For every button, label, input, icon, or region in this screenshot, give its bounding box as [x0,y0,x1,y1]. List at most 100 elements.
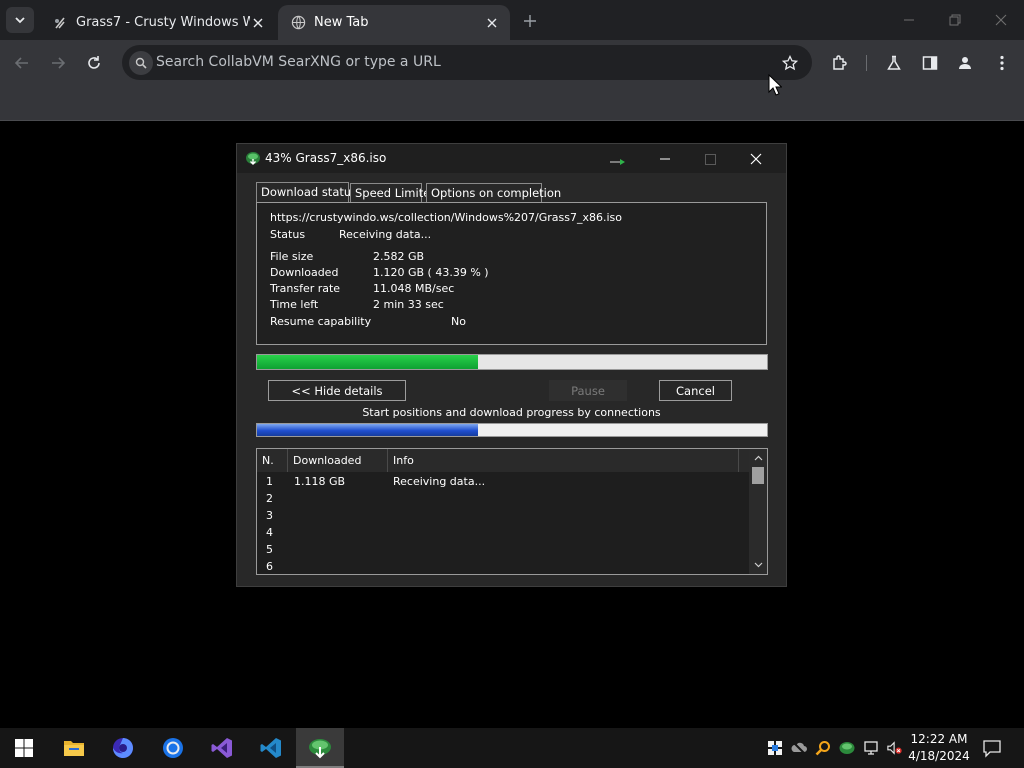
system-clock[interactable]: 12:22 AM 4/18/2024 [905,731,973,765]
reload-button[interactable] [82,51,106,75]
row-number: 6 [266,560,273,573]
start-button[interactable] [0,728,48,768]
wiki-favicon-icon [52,15,68,31]
row-number: 1 [266,475,273,488]
column-header-n[interactable]: N. [257,449,288,472]
table-row[interactable]: 3 [257,507,749,524]
taskbar-idm[interactable] [296,728,344,768]
time-left-label: Time left [270,298,319,311]
tab-options-on-completion[interactable]: Options on completion [426,183,561,202]
close-icon [995,14,1007,26]
close-window-button[interactable] [988,8,1014,32]
omnibox [122,45,812,80]
side-panel-icon [922,56,938,70]
table-row[interactable]: 5 [257,541,749,558]
forward-icon [52,57,66,69]
tray-network-icon[interactable] [863,740,879,756]
tab-speed-limiter[interactable]: Speed Limiter [350,183,435,202]
tray-security-icon[interactable] [767,740,783,756]
pause-button[interactable]: Pause [549,380,627,401]
tab-title: New Tab [314,15,369,30]
extensions-button[interactable] [828,51,852,75]
back-button[interactable] [10,51,34,75]
cancel-button[interactable]: Cancel [659,380,732,401]
taskbar: 12:22 AM 4/18/2024 [0,728,1024,768]
connections-progress-bar [256,423,768,437]
connections-list: N. Downloaded Info 1 1.118 GB Receiving … [256,448,768,575]
forward-button[interactable] [46,51,70,75]
row-number: 4 [266,526,273,539]
start-icon [15,739,33,757]
resume-capability-value: No [451,315,466,328]
taskbar-visual-studio[interactable] [198,728,246,768]
bookmark-star-button[interactable] [780,53,800,73]
taskbar-file-explorer[interactable] [50,728,98,768]
dialog-minimize-button[interactable] [650,148,680,170]
scrollbar-thumb[interactable] [752,467,764,484]
bookmark-bar [0,86,1024,121]
idm-icon [309,739,331,759]
table-row[interactable]: 2 [257,490,749,507]
address-input[interactable] [156,51,756,73]
labs-button[interactable] [882,51,906,75]
reload-icon [88,56,100,69]
restore-button[interactable] [942,8,968,32]
status-label: Status [270,228,306,241]
download-progress-bar [256,354,768,370]
minimize-button[interactable] [896,8,922,32]
connection-progress-fill [257,424,479,436]
column-header-downloaded[interactable]: Downloaded [288,449,388,472]
idm-icon [246,152,260,165]
tab-new-tab[interactable]: New Tab [278,5,510,40]
file-size-value: 2.582 GB [373,250,425,263]
browser-menu-button[interactable] [990,51,1014,75]
tab-download-status[interactable]: Download status [256,182,357,203]
labs-icon [887,55,901,70]
firefox-icon [113,738,133,758]
dialog-titlebar[interactable]: 43% Grass7_x86.iso [237,144,786,173]
star-icon [782,55,798,71]
column-header-info[interactable]: Info [388,449,739,472]
table-row[interactable]: 6 [257,558,749,574]
taskbar-chrome[interactable] [149,728,197,768]
taskbar-firefox[interactable] [99,728,147,768]
resume-capability-label: Resume capability [270,315,372,328]
scroll-up-icon[interactable] [752,452,764,464]
clock-date: 4/18/2024 [908,749,970,763]
table-row[interactable]: 1 1.118 GB Receiving data... [257,473,749,490]
minimize-icon [660,158,670,160]
maximize-icon [704,153,716,165]
profile-button[interactable] [953,51,977,75]
file-size-label: File size [270,250,314,263]
table-row[interactable]: 4 [257,524,749,541]
side-panel-button[interactable] [918,51,942,75]
mini-progress-icon [610,159,625,165]
download-url: https://crustywindo.ws/collection/Window… [270,211,623,224]
visual-studio-icon [211,738,232,758]
row-number: 5 [266,543,273,556]
dialog-title: 43% Grass7_x86.iso [265,151,387,165]
scroll-down-icon[interactable] [752,559,764,571]
tray-search-tool-icon[interactable] [815,740,831,756]
close-tab-icon[interactable] [250,15,266,31]
list-scrollbar[interactable] [749,449,767,574]
taskbar-vscode[interactable] [247,728,295,768]
tray-onedrive-icon[interactable] [791,740,807,756]
notification-icon[interactable] [982,738,1002,758]
clock-time: 12:22 AM [910,732,968,746]
restore-icon [949,14,961,26]
dialog-close-button[interactable] [741,148,771,170]
tab-grass7-wiki[interactable]: Grass7 - Crusty Windows Wiki [40,5,276,40]
hide-details-button[interactable]: << Hide details [268,380,406,401]
downloaded-value: 1.120 GB ( 43.39 % ) [373,266,489,279]
dialog-maximize-button[interactable] [695,148,725,170]
search-engine-icon[interactable] [129,51,153,75]
tray-idm-icon[interactable] [839,740,855,756]
tray-volume-muted-icon[interactable] [887,740,903,756]
new-tab-button[interactable] [518,10,542,32]
close-tab-icon[interactable] [484,15,500,31]
browser-toolbar [0,40,1024,86]
tab-search-button[interactable] [6,7,34,33]
connections-label: Start positions and download progress by… [362,406,661,419]
transfer-rate-label: Transfer rate [270,282,341,295]
